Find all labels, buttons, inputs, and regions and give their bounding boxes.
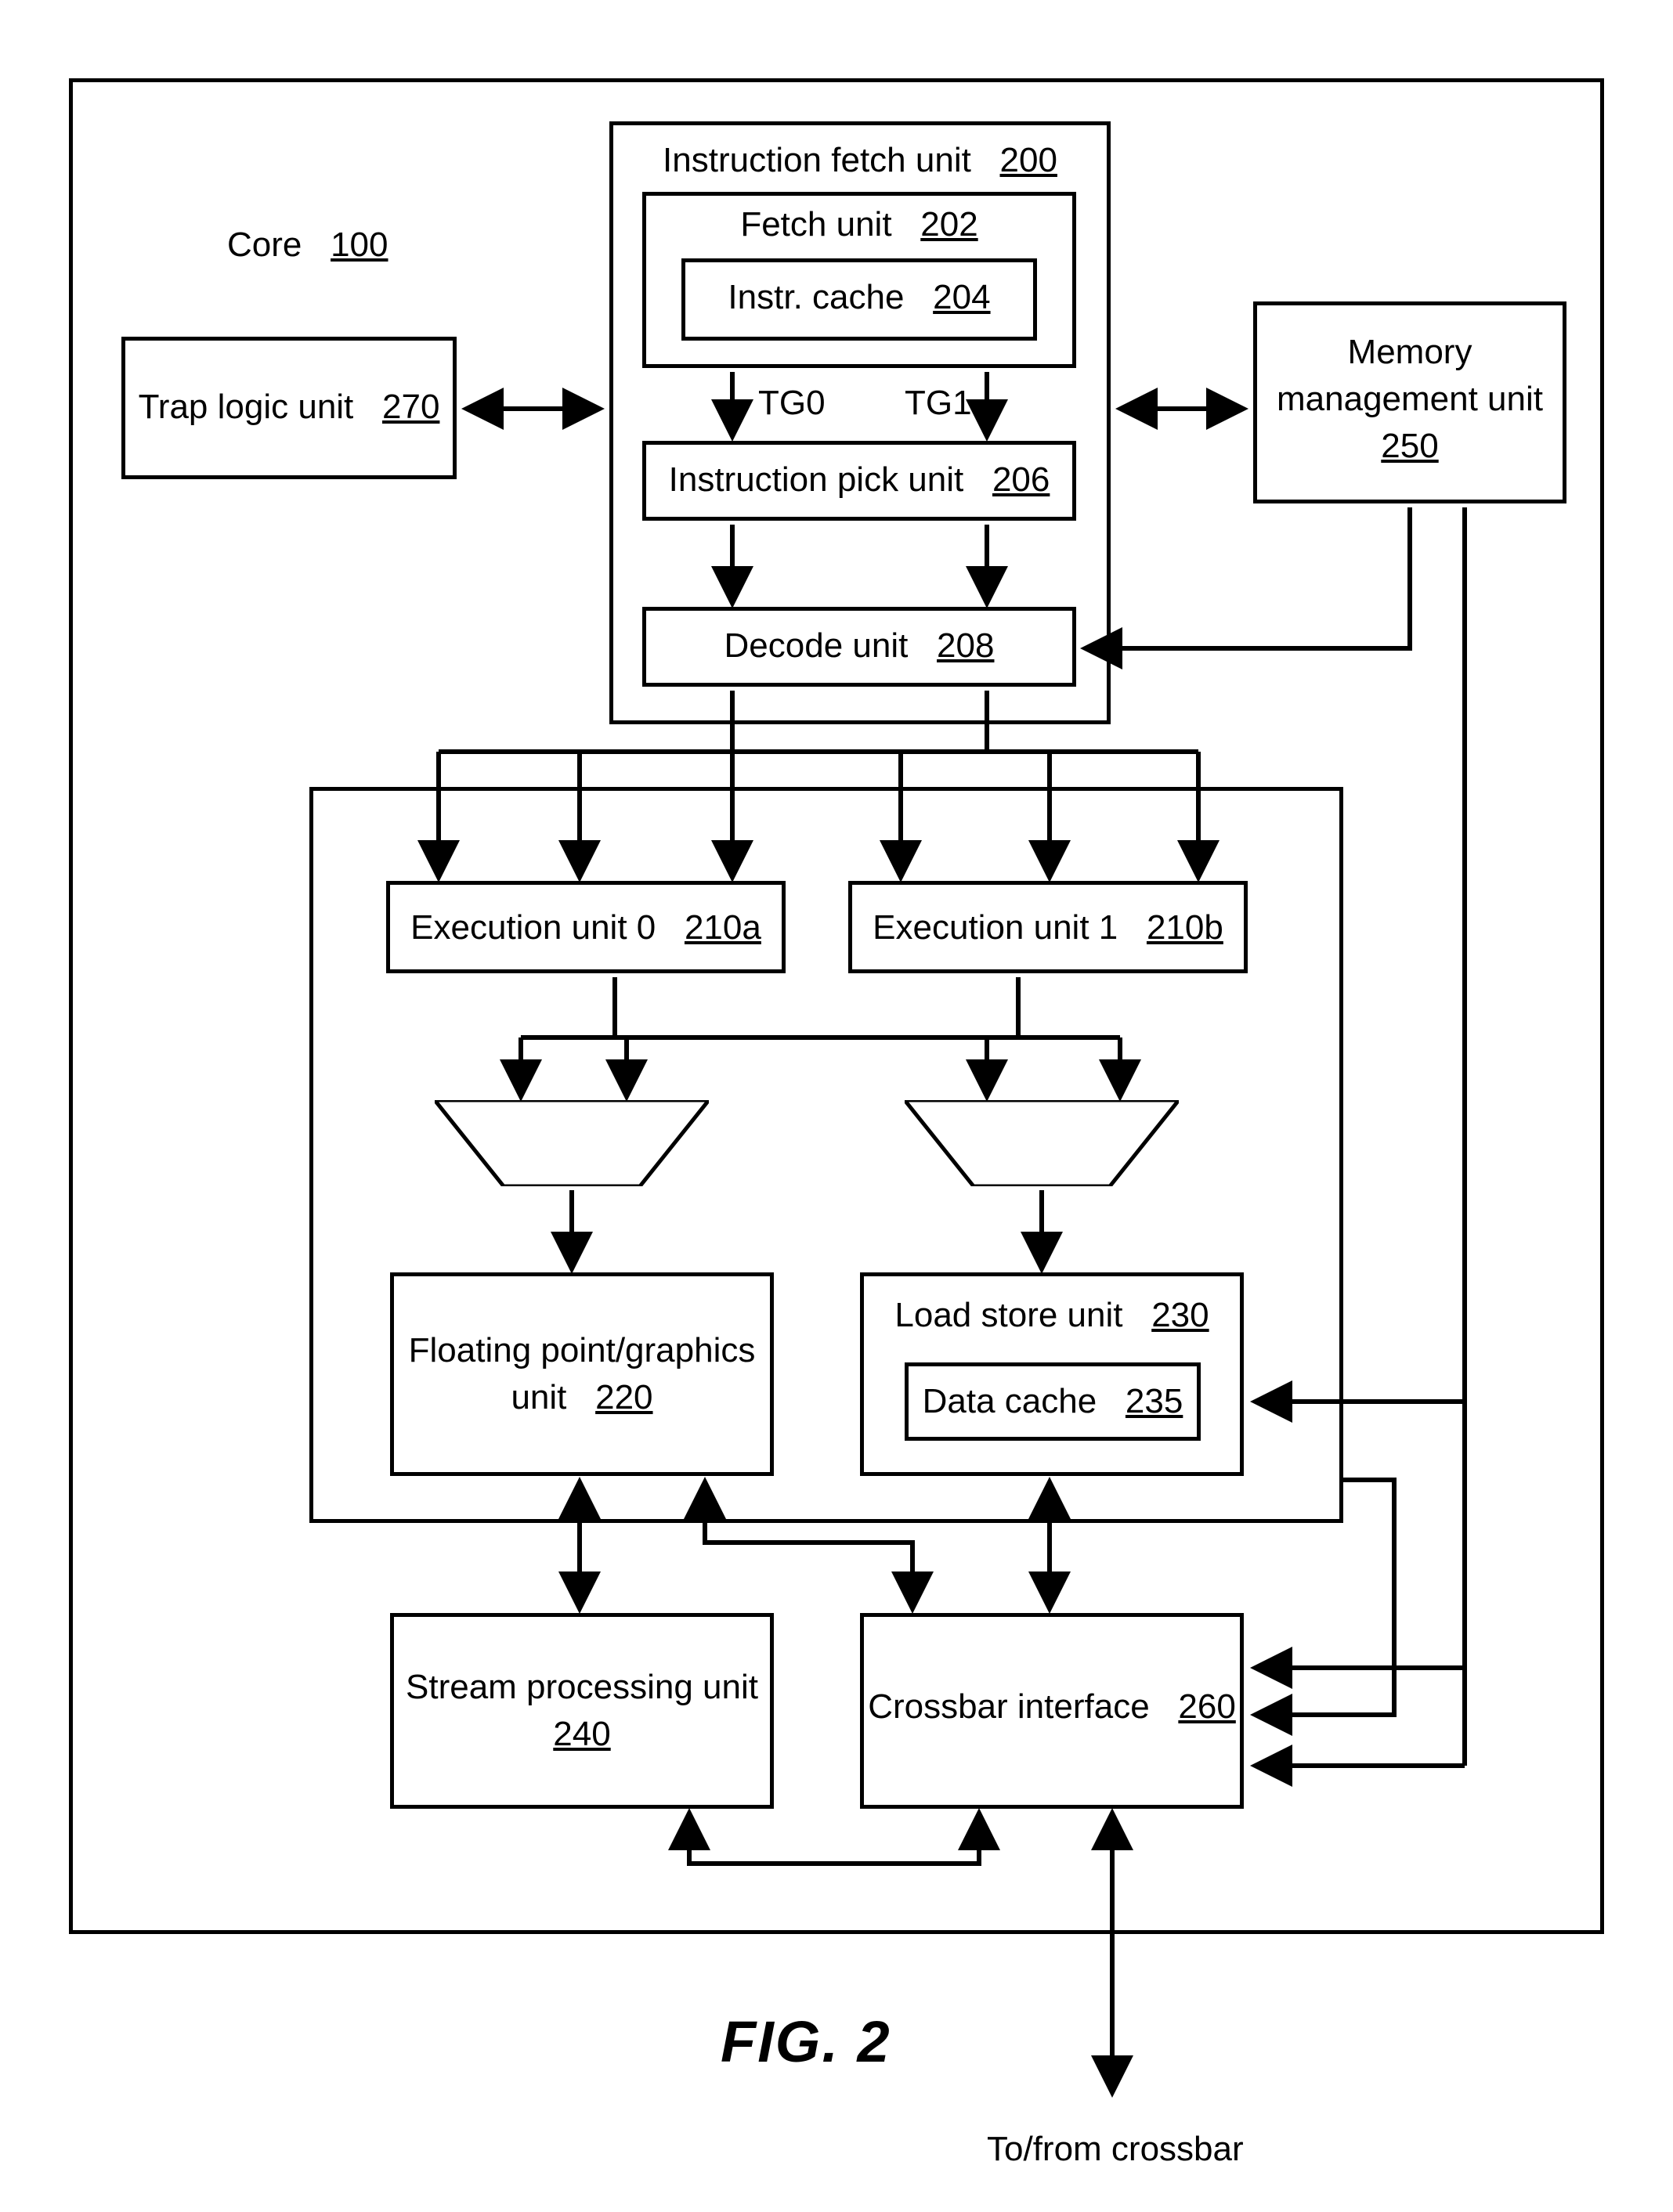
pick-label-ref: 206 <box>992 460 1050 499</box>
icache-label-text: Instr. cache <box>728 278 904 316</box>
pick-unit-label: Instruction pick unit 206 <box>642 460 1076 500</box>
dcache-label-ref: 235 <box>1126 1382 1183 1420</box>
fgu-ref: 220 <box>595 1378 652 1416</box>
icache-label-ref: 204 <box>933 278 990 316</box>
trap-logic-label: Trap logic unit 270 <box>121 388 457 427</box>
exu1-label: Execution unit 1 210b <box>848 908 1248 947</box>
exu0-label-ref: 210a <box>685 908 761 947</box>
figure-label: FIG. 2 <box>721 2008 891 2075</box>
mmu-line1: Memory <box>1348 333 1472 371</box>
page: Core 100 Instruction fetch unit 200 Fetc… <box>0 0 1673 2212</box>
mmu-label: Memory management unit 250 <box>1253 329 1566 470</box>
spu-ref: 240 <box>553 1715 610 1753</box>
core-label-ref: 100 <box>331 226 388 264</box>
lsu-label-ref: 230 <box>1151 1296 1209 1334</box>
ifu-title: Instruction fetch unit 200 <box>609 141 1111 180</box>
lsu-label: Load store unit 230 <box>860 1296 1244 1335</box>
exu0-label: Execution unit 0 210a <box>386 908 786 947</box>
decode-unit-label: Decode unit 208 <box>642 626 1076 666</box>
dcache-label-text: Data cache <box>923 1382 1097 1420</box>
fetch-label-text: Fetch unit <box>740 205 891 244</box>
lsu-label-text: Load store unit <box>894 1296 1122 1334</box>
tg0-label: TG0 <box>758 384 826 423</box>
xbar-label-text: Crossbar interface <box>868 1687 1149 1726</box>
pick-label-text: Instruction pick unit <box>669 460 964 499</box>
fgu-label: Floating point/graphics unit 220 <box>390 1327 774 1421</box>
data-cache-label: Data cache 235 <box>905 1382 1201 1421</box>
mmu-ref: 250 <box>1381 427 1438 465</box>
decode-label-text: Decode unit <box>724 626 909 665</box>
exu0-label-text: Execution unit 0 <box>410 908 656 947</box>
trap-label-text: Trap logic unit <box>139 388 354 426</box>
mmu-line2: management unit <box>1277 380 1543 418</box>
fetch-unit-label: Fetch unit 202 <box>642 205 1076 244</box>
exu1-label-text: Execution unit 1 <box>873 908 1118 947</box>
xbar-label-ref: 260 <box>1178 1687 1235 1726</box>
fgu-line2: unit <box>511 1378 566 1416</box>
ifu-title-text: Instruction fetch unit <box>663 141 971 179</box>
core-label-text: Core <box>227 226 302 264</box>
trap-label-ref: 270 <box>382 388 439 426</box>
tg1-label: TG1 <box>905 384 972 423</box>
spu-label: Stream processing unit 240 <box>390 1664 774 1758</box>
decode-label-ref: 208 <box>937 626 994 665</box>
spu-line1: Stream processing unit <box>406 1668 758 1706</box>
fgu-line1: Floating point/graphics <box>409 1331 756 1369</box>
instr-cache-label: Instr. cache 204 <box>681 278 1037 317</box>
exu1-label-ref: 210b <box>1147 908 1223 947</box>
core-label: Core 100 <box>227 226 388 265</box>
footer-label: To/from crossbar <box>987 2130 1244 2169</box>
ifu-title-ref: 200 <box>1000 141 1057 179</box>
fetch-label-ref: 202 <box>920 205 977 244</box>
xbar-label: Crossbar interface 260 <box>860 1687 1244 1727</box>
